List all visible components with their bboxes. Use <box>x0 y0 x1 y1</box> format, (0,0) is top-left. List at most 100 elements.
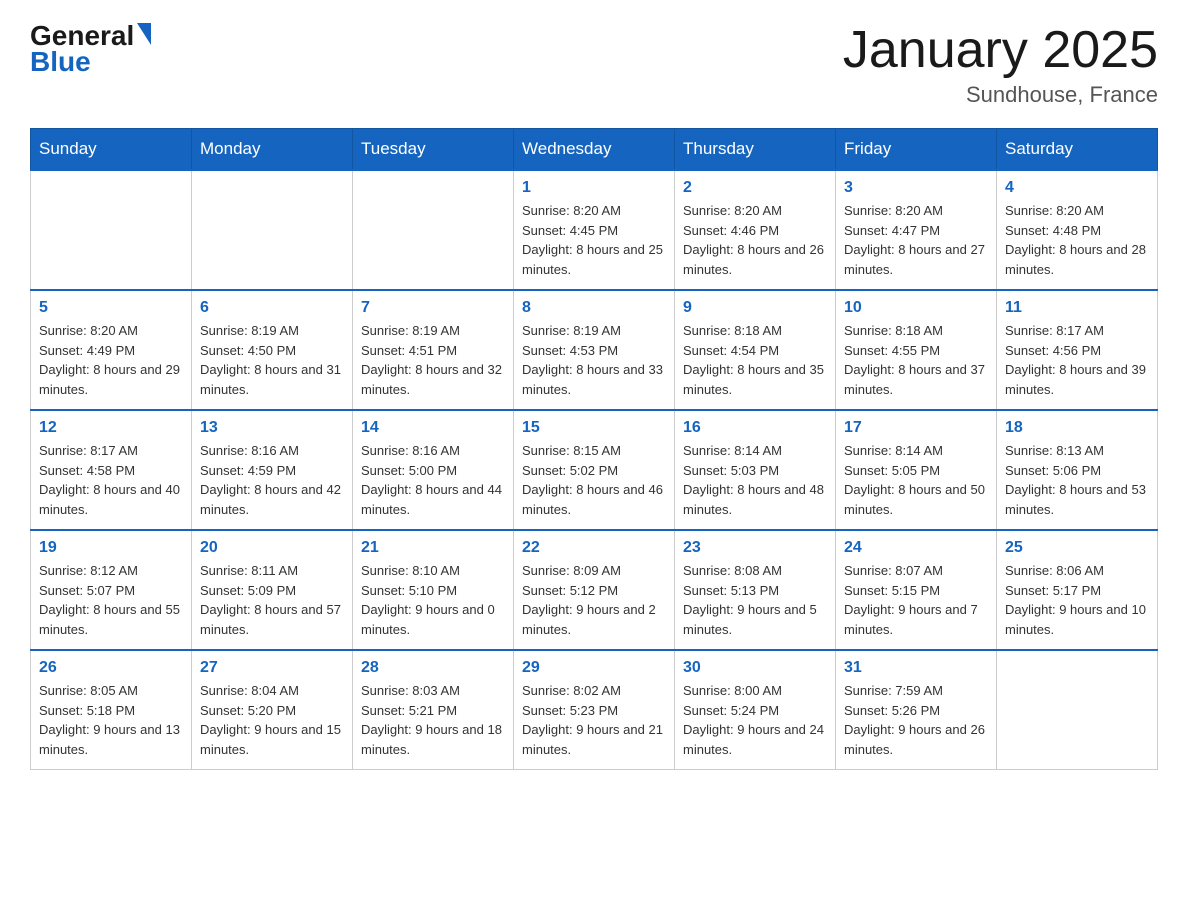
logo-triangle-icon <box>137 23 151 45</box>
calendar-cell <box>353 170 514 290</box>
week-row: 5 Sunrise: 8:20 AM Sunset: 4:49 PM Daylig… <box>31 290 1158 410</box>
calendar-cell: 22 Sunrise: 8:09 AM Sunset: 5:12 PM Dayli… <box>514 530 675 650</box>
day-of-week-header: Friday <box>836 129 997 171</box>
day-info: Sunrise: 8:04 AM Sunset: 5:20 PM Dayligh… <box>200 681 344 759</box>
day-number: 30 <box>683 659 827 677</box>
calendar-header-row: SundayMondayTuesdayWednesdayThursdayFrid… <box>31 129 1158 171</box>
calendar-cell: 27Sunrise: 8:04 AM Sunset: 5:20 PM Dayli… <box>192 650 353 770</box>
calendar-cell: 17Sunrise: 8:14 AM Sunset: 5:05 PM Dayli… <box>836 410 997 530</box>
day-number: 6 <box>200 299 344 317</box>
day-number: 22 <box>522 539 666 557</box>
day-info: Sunrise: 8:19 AM Sunset: 4:50 PM Dayligh… <box>200 321 344 399</box>
day-number: 17 <box>844 419 988 437</box>
calendar-cell: 18Sunrise: 8:13 AM Sunset: 5:06 PM Dayli… <box>997 410 1158 530</box>
calendar-cell: 4 Sunrise: 8:20 AM Sunset: 4:48 PM Daylig… <box>997 170 1158 290</box>
day-info: Sunrise: 8:09 AM Sunset: 5:12 PM Dayligh… <box>522 561 666 639</box>
calendar-cell: 15 Sunrise: 8:15 AM Sunset: 5:02 PM Dayli… <box>514 410 675 530</box>
page-header: General Blue January 2025 Sundhouse, Fra… <box>30 20 1158 108</box>
day-info: Sunrise: 8:20 AM Sunset: 4:46 PM Dayligh… <box>683 201 827 279</box>
calendar-cell: 11Sunrise: 8:17 AM Sunset: 4:56 PM Dayli… <box>997 290 1158 410</box>
day-number: 24 <box>844 539 988 557</box>
day-number: 9 <box>683 299 827 317</box>
calendar-cell: 6 Sunrise: 8:19 AM Sunset: 4:50 PM Daylig… <box>192 290 353 410</box>
day-info: Sunrise: 8:18 AM Sunset: 4:55 PM Dayligh… <box>844 321 988 399</box>
calendar-cell: 14Sunrise: 8:16 AM Sunset: 5:00 PM Dayli… <box>353 410 514 530</box>
calendar-title: January 2025 <box>843 20 1158 80</box>
day-of-week-header: Tuesday <box>353 129 514 171</box>
calendar-cell <box>192 170 353 290</box>
day-number: 2 <box>683 179 827 197</box>
calendar-cell: 7Sunrise: 8:19 AM Sunset: 4:51 PM Daylig… <box>353 290 514 410</box>
calendar-cell: 3 Sunrise: 8:20 AM Sunset: 4:47 PM Daylig… <box>836 170 997 290</box>
calendar-cell <box>997 650 1158 770</box>
day-number: 8 <box>522 299 666 317</box>
day-number: 11 <box>1005 299 1149 317</box>
day-of-week-header: Monday <box>192 129 353 171</box>
day-info: Sunrise: 8:02 AM Sunset: 5:23 PM Dayligh… <box>522 681 666 759</box>
calendar-cell: 8 Sunrise: 8:19 AM Sunset: 4:53 PM Daylig… <box>514 290 675 410</box>
logo: General Blue <box>30 20 151 78</box>
day-info: Sunrise: 8:10 AM Sunset: 5:10 PM Dayligh… <box>361 561 505 639</box>
day-number: 19 <box>39 539 183 557</box>
day-number: 21 <box>361 539 505 557</box>
day-number: 5 <box>39 299 183 317</box>
calendar-cell: 10Sunrise: 8:18 AM Sunset: 4:55 PM Dayli… <box>836 290 997 410</box>
calendar-cell: 9Sunrise: 8:18 AM Sunset: 4:54 PM Daylig… <box>675 290 836 410</box>
day-number: 16 <box>683 419 827 437</box>
week-row: 19Sunrise: 8:12 AM Sunset: 5:07 PM Dayli… <box>31 530 1158 650</box>
day-info: Sunrise: 7:59 AM Sunset: 5:26 PM Dayligh… <box>844 681 988 759</box>
calendar-cell <box>31 170 192 290</box>
day-number: 29 <box>522 659 666 677</box>
day-info: Sunrise: 8:14 AM Sunset: 5:03 PM Dayligh… <box>683 441 827 519</box>
week-row: 1 Sunrise: 8:20 AM Sunset: 4:45 PM Daylig… <box>31 170 1158 290</box>
day-of-week-header: Wednesday <box>514 129 675 171</box>
week-row: 12Sunrise: 8:17 AM Sunset: 4:58 PM Dayli… <box>31 410 1158 530</box>
day-info: Sunrise: 8:20 AM Sunset: 4:48 PM Dayligh… <box>1005 201 1149 279</box>
calendar-cell: 29 Sunrise: 8:02 AM Sunset: 5:23 PM Dayli… <box>514 650 675 770</box>
day-number: 20 <box>200 539 344 557</box>
day-number: 1 <box>522 179 666 197</box>
day-info: Sunrise: 8:16 AM Sunset: 5:00 PM Dayligh… <box>361 441 505 519</box>
day-number: 7 <box>361 299 505 317</box>
day-info: Sunrise: 8:15 AM Sunset: 5:02 PM Dayligh… <box>522 441 666 519</box>
week-row: 26 Sunrise: 8:05 AM Sunset: 5:18 PM Dayli… <box>31 650 1158 770</box>
day-number: 4 <box>1005 179 1149 197</box>
day-number: 31 <box>844 659 988 677</box>
calendar-cell: 30 Sunrise: 8:00 AM Sunset: 5:24 PM Dayli… <box>675 650 836 770</box>
day-info: Sunrise: 8:20 AM Sunset: 4:45 PM Dayligh… <box>522 201 666 279</box>
day-of-week-header: Thursday <box>675 129 836 171</box>
day-info: Sunrise: 8:13 AM Sunset: 5:06 PM Dayligh… <box>1005 441 1149 519</box>
day-number: 13 <box>200 419 344 437</box>
day-info: Sunrise: 8:07 AM Sunset: 5:15 PM Dayligh… <box>844 561 988 639</box>
calendar-cell: 19Sunrise: 8:12 AM Sunset: 5:07 PM Dayli… <box>31 530 192 650</box>
day-number: 23 <box>683 539 827 557</box>
calendar-cell: 5 Sunrise: 8:20 AM Sunset: 4:49 PM Daylig… <box>31 290 192 410</box>
calendar-cell: 25Sunrise: 8:06 AM Sunset: 5:17 PM Dayli… <box>997 530 1158 650</box>
calendar-cell: 20 Sunrise: 8:11 AM Sunset: 5:09 PM Dayli… <box>192 530 353 650</box>
logo-blue-text: Blue <box>30 46 91 78</box>
day-info: Sunrise: 8:19 AM Sunset: 4:53 PM Dayligh… <box>522 321 666 399</box>
day-info: Sunrise: 8:03 AM Sunset: 5:21 PM Dayligh… <box>361 681 505 759</box>
calendar-cell: 13 Sunrise: 8:16 AM Sunset: 4:59 PM Dayli… <box>192 410 353 530</box>
calendar-table: SundayMondayTuesdayWednesdayThursdayFrid… <box>30 128 1158 770</box>
day-of-week-header: Saturday <box>997 129 1158 171</box>
day-number: 26 <box>39 659 183 677</box>
day-info: Sunrise: 8:20 AM Sunset: 4:49 PM Dayligh… <box>39 321 183 399</box>
day-number: 25 <box>1005 539 1149 557</box>
day-info: Sunrise: 8:00 AM Sunset: 5:24 PM Dayligh… <box>683 681 827 759</box>
day-info: Sunrise: 8:08 AM Sunset: 5:13 PM Dayligh… <box>683 561 827 639</box>
calendar-cell: 24 Sunrise: 8:07 AM Sunset: 5:15 PM Dayli… <box>836 530 997 650</box>
day-number: 15 <box>522 419 666 437</box>
calendar-cell: 2 Sunrise: 8:20 AM Sunset: 4:46 PM Daylig… <box>675 170 836 290</box>
day-info: Sunrise: 8:17 AM Sunset: 4:58 PM Dayligh… <box>39 441 183 519</box>
calendar-cell: 31 Sunrise: 7:59 AM Sunset: 5:26 PM Dayli… <box>836 650 997 770</box>
calendar-cell: 1 Sunrise: 8:20 AM Sunset: 4:45 PM Daylig… <box>514 170 675 290</box>
day-number: 3 <box>844 179 988 197</box>
day-info: Sunrise: 8:20 AM Sunset: 4:47 PM Dayligh… <box>844 201 988 279</box>
day-info: Sunrise: 8:16 AM Sunset: 4:59 PM Dayligh… <box>200 441 344 519</box>
day-number: 28 <box>361 659 505 677</box>
calendar-subtitle: Sundhouse, France <box>843 82 1158 108</box>
day-info: Sunrise: 8:11 AM Sunset: 5:09 PM Dayligh… <box>200 561 344 639</box>
day-of-week-header: Sunday <box>31 129 192 171</box>
day-info: Sunrise: 8:05 AM Sunset: 5:18 PM Dayligh… <box>39 681 183 759</box>
